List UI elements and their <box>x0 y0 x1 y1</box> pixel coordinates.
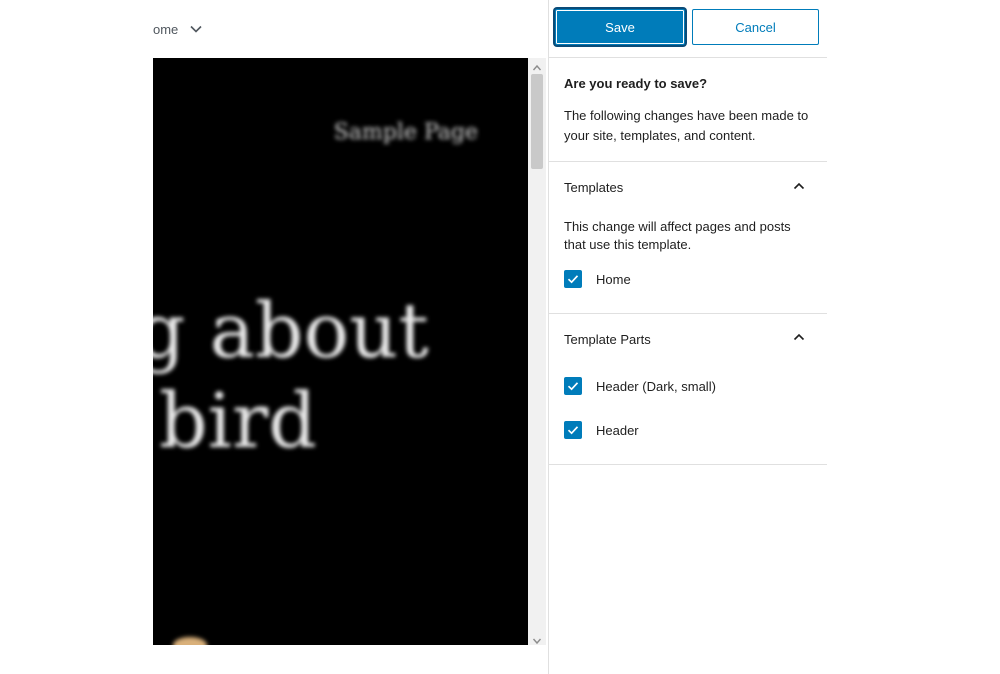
cancel-button[interactable]: Cancel <box>692 9 819 45</box>
checkbox[interactable] <box>564 270 582 288</box>
checkmark-icon <box>567 426 579 435</box>
scrollbar-thumb[interactable] <box>531 74 543 169</box>
chevron-up-icon <box>793 182 805 190</box>
save-button[interactable]: Save <box>555 9 685 45</box>
checkbox-label: Header <box>596 422 639 438</box>
preview-content: Sample Page og aboutbird <box>153 58 528 645</box>
hero-line-2: bird <box>159 376 317 465</box>
divider <box>549 57 827 58</box>
preview-hero-heading: og aboutbird <box>153 286 528 466</box>
hero-line-1: og about <box>153 286 429 375</box>
checkmark-icon <box>567 382 579 391</box>
templates-description: This change will affect pages and posts … <box>564 219 791 252</box>
entity-checkbox-header[interactable]: Header <box>564 421 639 439</box>
template-selector-label: ome <box>153 21 179 37</box>
checkbox-label: Home <box>596 271 631 287</box>
preview-nav-link: Sample Page <box>333 120 478 145</box>
checkmark-icon <box>567 275 579 284</box>
entity-checkbox-header-dark-small[interactable]: Header (Dark, small) <box>564 377 716 395</box>
entity-checkbox-home[interactable]: Home <box>564 270 631 288</box>
chevron-down-icon <box>189 22 203 36</box>
save-panel: Save Cancel Are you ready to save? The f… <box>549 0 827 674</box>
collapse-template-parts-toggle[interactable] <box>789 327 809 347</box>
editor-canvas-preview[interactable]: Sample Page og aboutbird <box>153 58 528 645</box>
scroll-down-arrow-icon[interactable] <box>532 633 542 645</box>
scroll-up-arrow-icon[interactable] <box>532 60 542 71</box>
section-title-template-parts: Template Parts <box>564 332 651 347</box>
save-panel-title: Are you ready to save? <box>564 76 708 91</box>
template-selector[interactable]: ome <box>153 18 203 40</box>
checkbox[interactable] <box>564 377 582 395</box>
checkbox[interactable] <box>564 421 582 439</box>
chevron-up-icon <box>793 333 805 341</box>
canvas-scrollbar[interactable] <box>528 58 546 645</box>
checkbox-label: Header (Dark, small) <box>596 378 716 394</box>
divider <box>549 313 827 314</box>
section-title-templates: Templates <box>564 180 624 195</box>
divider <box>549 464 827 465</box>
collapse-templates-toggle[interactable] <box>789 176 809 196</box>
preview-image-fragment <box>173 637 207 645</box>
save-panel-description: The following changes have been made to … <box>564 108 809 143</box>
divider <box>549 161 827 162</box>
